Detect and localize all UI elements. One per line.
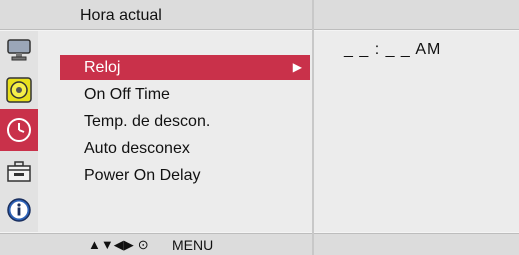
header-bar: Hora actual <box>0 0 312 30</box>
menu-item-power-on-delay[interactable]: Power On Delay <box>60 163 310 188</box>
menu-item-label: Temp. de descon. <box>84 113 211 130</box>
menu-item-label: Reloj <box>84 59 121 76</box>
menu-item-on-off-time[interactable]: On Off Time <box>60 82 310 107</box>
picture-category-button[interactable] <box>4 35 34 65</box>
header-bar-right <box>314 0 519 30</box>
category-icon-column <box>0 31 38 232</box>
audio-category-button[interactable] <box>4 75 34 105</box>
page-title: Hora actual <box>80 7 162 24</box>
navigation-hint: ▲▼◀▶ ⊙ <box>88 237 149 253</box>
toolbox-icon <box>7 161 31 182</box>
menu-item-label: Auto desconex <box>84 140 190 157</box>
ok-button-icon: ⊙ <box>137 237 149 252</box>
osd-menu: Hora actual Reloj ▶ On Off Time Temp. de… <box>0 0 519 255</box>
info-category-button[interactable] <box>4 195 34 225</box>
submenu-arrow-icon: ▶ <box>292 60 302 74</box>
footer-bar-right <box>314 233 519 255</box>
info-icon <box>7 198 31 222</box>
clock-icon <box>7 118 31 142</box>
arrow-keys-icon: ▲▼◀▶ <box>88 237 134 252</box>
menu-item-label: Power On Delay <box>84 167 201 184</box>
clock-value: _ _ : _ _ AM <box>344 41 442 58</box>
footer-bar: ▲▼◀▶ ⊙ MENU <box>0 233 312 255</box>
menu-key-label: MENU <box>172 237 214 253</box>
audio-icon <box>6 77 32 103</box>
option-category-button[interactable] <box>4 157 34 187</box>
menu-item-label: On Off Time <box>84 86 170 103</box>
value-panel: _ _ : _ _ AM <box>314 31 519 232</box>
menu-list: Reloj ▶ On Off Time Temp. de descon. Aut… <box>38 31 312 232</box>
time-category-button[interactable] <box>0 109 38 151</box>
monitor-icon <box>7 39 31 61</box>
menu-item-reloj[interactable]: Reloj ▶ <box>60 55 310 80</box>
menu-item-auto-off[interactable]: Auto desconex <box>60 136 310 161</box>
menu-item-sleep-timer[interactable]: Temp. de descon. <box>60 109 310 134</box>
